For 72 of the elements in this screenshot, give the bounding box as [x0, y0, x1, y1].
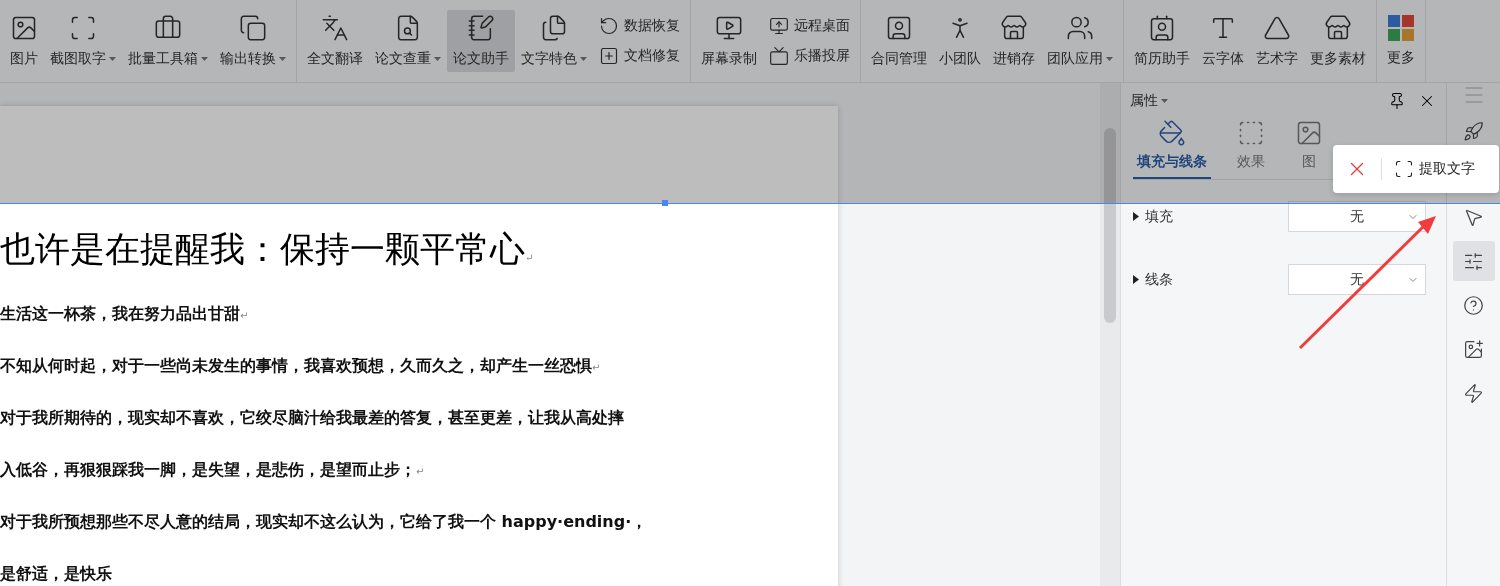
expand-triangle-icon[interactable] [1133, 212, 1139, 221]
expand-triangle-icon[interactable] [1133, 275, 1139, 284]
toolbar-button[interactable]: 小团队 [933, 10, 987, 72]
toolbar-button[interactable]: 批量工具箱 [122, 10, 214, 72]
picture-icon [10, 14, 38, 42]
paragraph: 生活这一杯茶，我在努力品出甘甜↵ [0, 304, 250, 325]
paragraph: 入低谷，再狠狠踩我一脚，是失望，是悲伤，是望而止步；↵ [0, 460, 426, 481]
users-icon [1066, 14, 1094, 42]
paragraph: 对于我所预想那些不尽人意的结局，现实却不这么认为，它给了我一个 happy·ending·， [0, 512, 649, 533]
copy-icon [239, 14, 267, 42]
sidebar-button[interactable] [1452, 241, 1495, 281]
scrollbar-thumb[interactable] [1104, 128, 1116, 323]
store-icon [1324, 14, 1352, 42]
toolbar-button[interactable]: 图片 [4, 10, 44, 72]
panel-tab[interactable]: 效果 [1233, 111, 1269, 179]
extract-text-button[interactable]: 提取文字 [1382, 159, 1475, 179]
toolbar-button[interactable]: 更多素材 [1304, 10, 1372, 72]
toolbar-button[interactable]: 截图取字 [44, 10, 122, 72]
tv-icon [769, 46, 789, 66]
property-label[interactable]: 线条 [1145, 270, 1173, 289]
toolbar-button[interactable]: 云字体 [1196, 10, 1250, 72]
selection-handle[interactable] [662, 200, 668, 206]
files-icon [540, 14, 568, 42]
toolbar-button[interactable]: 远程桌面 [769, 16, 850, 36]
notebook-pen-icon [467, 14, 495, 42]
help-icon [1463, 294, 1484, 316]
toolbar-button[interactable]: 论文查重 [369, 10, 447, 72]
toolbar-button[interactable]: 乐播投屏 [769, 46, 850, 66]
toolbar-button[interactable]: 数据恢复 [599, 16, 680, 36]
toolbar-button[interactable]: 艺术字 [1250, 10, 1304, 72]
scan-frame-icon [69, 14, 97, 42]
paragraph: 不知从何时起，对于一些尚未发生的事情，我喜欢预想，久而久之，却产生一丝恐惧↵ [0, 356, 602, 377]
lightning-icon [1463, 382, 1484, 404]
sliders-icon [1463, 250, 1484, 272]
contact-icon [1148, 14, 1176, 42]
panel-title[interactable]: 属性 [1130, 92, 1388, 110]
panel-tab[interactable]: 填充与线条 [1133, 111, 1211, 179]
property-select[interactable]: 无 [1288, 264, 1426, 295]
paragraph: 是舒适，是快乐 [0, 564, 113, 585]
scan-frame-icon [1394, 159, 1414, 179]
toolbar-button[interactable]: 合同管理 [865, 10, 933, 72]
document-title: 也许是在提醒我：保持一颗平常心↵ [0, 228, 535, 271]
monitor-icon [769, 16, 789, 36]
grid-logo-icon [1388, 15, 1414, 41]
toolbar-button[interactable]: 屏幕录制 [695, 10, 763, 72]
image-edit-icon [1463, 338, 1484, 360]
monitor-icon [715, 14, 743, 42]
toolbar-button[interactable]: 文档修复 [599, 46, 680, 66]
effect-frame-icon [1237, 119, 1265, 147]
store-icon [1000, 14, 1028, 42]
rocket-icon [1463, 120, 1484, 142]
toolbar-button[interactable]: 论文助手 [447, 10, 515, 72]
plus-square-icon [599, 46, 619, 66]
toolbar-button[interactable]: 文字特色 [515, 10, 593, 72]
property-label[interactable]: 填充 [1145, 207, 1173, 226]
pin-icon[interactable] [1388, 92, 1406, 110]
caret-icon [1161, 99, 1168, 103]
fill-bucket-icon [1158, 119, 1186, 147]
toolbar-button[interactable]: 简历助手 [1128, 10, 1196, 72]
translate-icon [321, 14, 349, 42]
panel-tab[interactable]: 图 [1291, 111, 1327, 179]
toolbar-button[interactable]: 进销存 [987, 10, 1041, 72]
property-select[interactable]: 无 [1288, 201, 1426, 232]
toolbar-button[interactable]: 团队应用 [1041, 10, 1119, 72]
picture-icon [1295, 119, 1323, 147]
toolbar-button[interactable]: 输出转换 [214, 10, 292, 72]
paragraph: 对于我所期待的，现实却不喜欢，它绞尽脑汁给我最差的答复，甚至更差，让我从高处摔 [0, 408, 625, 429]
toolbar-button[interactable]: 更多 [1381, 10, 1421, 72]
user-card-icon [885, 14, 913, 42]
triangle-icon [1263, 14, 1291, 42]
toolbar-button[interactable]: 全文翻译 [301, 10, 369, 72]
restore-icon [599, 16, 619, 36]
